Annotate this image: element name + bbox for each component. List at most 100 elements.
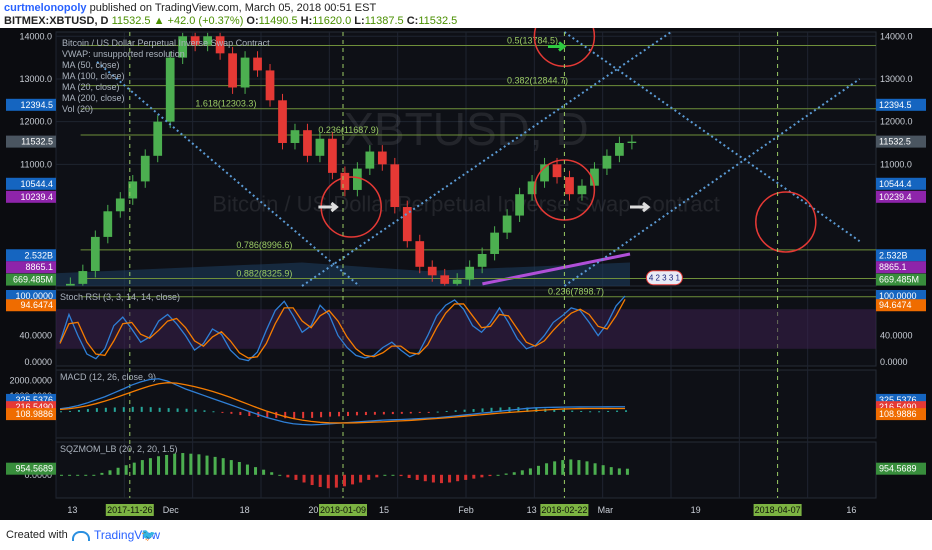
candle-body (278, 100, 287, 143)
macd-histogram-bar (60, 411, 62, 413)
price-badge-right-text: 11532.5 (879, 137, 911, 147)
sqz-bar (609, 467, 613, 475)
candle-body (353, 168, 362, 190)
publisher-line: curtmelonopoly published on TradingView.… (4, 2, 376, 14)
sqz-bar (197, 454, 201, 475)
macd-histogram-bar (122, 407, 125, 412)
price-tick-right: 13000.0 (880, 74, 913, 84)
macd-histogram-bar (436, 411, 439, 413)
candle-body (465, 266, 475, 280)
sqz-bar (553, 461, 557, 475)
sqz-bar (294, 474, 298, 480)
sqz-bar (625, 468, 629, 475)
candle-body (365, 151, 375, 169)
fib-level-label: 0.382(12844.7) (507, 76, 568, 86)
candle-body (502, 215, 512, 233)
sqz-bar (585, 461, 589, 475)
sqz-bar (431, 474, 435, 483)
candle-body (577, 185, 587, 195)
published-text: published on TradingView.com, March 05, … (89, 2, 377, 14)
candle-body (390, 164, 400, 208)
macd-histogram-bar (167, 408, 170, 412)
sqz-bar (221, 458, 225, 475)
stoch-tick-left: 40.0000 (19, 331, 52, 341)
macd-histogram-bar (311, 411, 314, 418)
candle-body (328, 138, 337, 173)
quote-line: BITMEX:XBTUSD, D 11532.5 ▲ +42.0 (+0.37%… (4, 15, 457, 27)
legend-entry: Vol (20) (62, 104, 93, 114)
candle-body (377, 151, 387, 165)
sqz-bar (326, 474, 330, 489)
sqz-bar (407, 474, 411, 478)
sqz-bar (189, 453, 193, 475)
time-axis-label: Mar (598, 505, 614, 515)
sqz-bar (173, 453, 177, 475)
stoch-badge-right-text: 94.6474 (879, 300, 912, 310)
legend-entry: MA (200, close) (62, 93, 125, 103)
price-tick-right: 12000.0 (880, 117, 913, 127)
time-axis-label: 13 (527, 505, 537, 515)
sqz-bar (254, 467, 258, 475)
time-axis-highlight-text: 2018-02-22 (541, 505, 587, 515)
price-badge-right-text: 2.532B (879, 250, 908, 260)
price-badge-right-text: 8865.1 (879, 262, 907, 272)
macd-histogram-bar (86, 409, 89, 412)
sqz-bar (342, 474, 346, 487)
time-axis-label: 13 (67, 505, 77, 515)
sqz-bar (302, 474, 306, 483)
last-price: 11532.5 (111, 15, 151, 27)
sqz-bar (100, 472, 104, 475)
sqz-bar (617, 468, 621, 475)
chart-area[interactable]: 14000.0 14000.0 13000.0 13000.0 12000.0 12000… (0, 5, 932, 520)
sqz-bar (375, 474, 379, 478)
candle-body (515, 194, 524, 216)
candle-body (115, 198, 125, 212)
macd-histogram-bar (481, 408, 484, 412)
candle-body (440, 275, 450, 284)
stoch-tick-left: 0.0000 (24, 357, 52, 367)
sqz-bar (84, 474, 88, 476)
twitter-icon[interactable]: 🐦 (141, 528, 156, 542)
sqz-bar (512, 472, 516, 475)
sqz-bar (456, 474, 460, 482)
sqz-bar (351, 474, 355, 485)
macd-histogram-bar (445, 410, 448, 412)
macd-tick-left: 2000.0000 (9, 375, 52, 385)
macd-histogram-bar (230, 411, 233, 414)
macd-histogram-bar (266, 411, 269, 418)
sqz-bar (92, 474, 96, 476)
candle-body (265, 70, 275, 101)
price-tick-right: 11000.0 (880, 159, 912, 169)
candle-body (452, 279, 462, 284)
sqz-bar (601, 465, 605, 475)
sqz-bar (318, 474, 322, 487)
macd-histogram-bar (409, 411, 412, 414)
candle-body (627, 141, 637, 143)
publication-header: curtmelonopoly published on TradingView.… (0, 0, 932, 28)
chart-canvas[interactable]: 14000.0 14000.0 13000.0 13000.0 12000.0 12000… (0, 5, 932, 520)
sqz-bar (181, 453, 185, 475)
macd-histogram-bar (355, 411, 358, 416)
macd-histogram-bar (598, 411, 601, 413)
sqz-bar (545, 463, 549, 475)
footer: Created with TradingView 🐦 (0, 520, 932, 550)
macd-histogram-bar (418, 411, 421, 413)
candle-body (140, 155, 150, 182)
candle-body (228, 53, 237, 88)
macd-histogram-bar (131, 406, 134, 412)
sqz-bar (286, 474, 290, 478)
macd-histogram-bar (463, 409, 466, 412)
author-link[interactable]: curtmelonopoly (4, 2, 87, 14)
macd-histogram-bar (616, 410, 619, 412)
sqz-bar (480, 474, 484, 478)
time-axis-highlight-text: 2017-11-26 (107, 505, 152, 515)
sqz-bar (124, 465, 128, 475)
fib-level-label: 0.236(11687.9) (318, 125, 378, 135)
sqz-bar (569, 459, 573, 475)
sqz-bar (165, 454, 169, 475)
price-badge-left-text: 11532.5 (21, 137, 53, 147)
macd-histogram-bar (194, 409, 197, 412)
macd-histogram-bar (221, 411, 224, 413)
stoch-band (56, 309, 876, 349)
sqz-bar (108, 470, 112, 475)
